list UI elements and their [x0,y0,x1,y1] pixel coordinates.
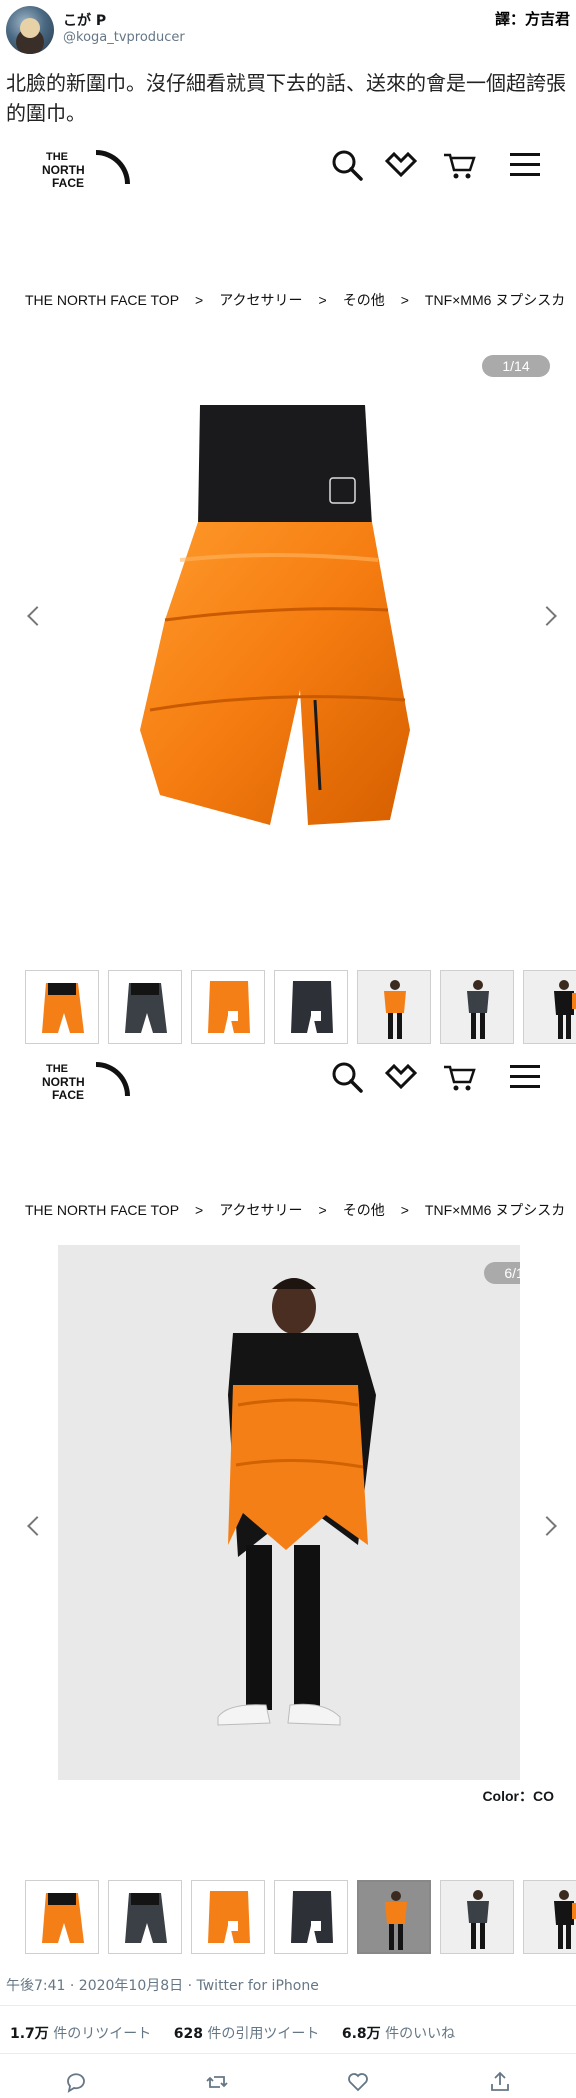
logo-line: FACE [52,1088,85,1102]
model-illustration [217,1278,376,1726]
logo-line: NORTH [42,1075,85,1089]
like-count[interactable]: 6.8万 件のいいね [342,2026,455,2042]
thumbnail[interactable] [523,970,576,1044]
breadcrumb-item[interactable]: THE NORTH FACE TOP [25,292,179,308]
quote-count[interactable]: 628 件の引用ツイート [174,2026,320,2042]
thumbnail[interactable] [440,970,514,1044]
thumbnail[interactable] [440,1880,514,1954]
thumbnail-strip [25,1880,576,1954]
breadcrumb-separator: > [195,292,204,308]
product-image-model: 6/14 [58,1245,520,1780]
cart-icon[interactable] [442,1060,476,1094]
thumbnail[interactable] [274,1880,348,1954]
thumbnail[interactable] [191,970,265,1044]
tweet-text: 北臉的新圍巾。沒仔細看就買下去的話、送來的會是一個超誇張的圍巾。 [6,71,566,125]
thumbnail[interactable] [108,1880,182,1954]
reply-icon[interactable] [64,2070,88,2094]
heart-icon[interactable] [384,148,418,182]
breadcrumb-item[interactable]: THE NORTH FACE TOP [25,1202,179,1218]
thumbnail[interactable] [25,970,99,1044]
translator-mark: 譯：方吉君 [494,10,570,28]
thumbnail[interactable] [523,1880,576,1954]
avatar[interactable] [6,6,54,54]
breadcrumb-separator: > [318,1202,327,1218]
cart-icon[interactable] [442,148,476,182]
next-slide-icon[interactable] [540,607,560,627]
retweet-icon[interactable] [205,2070,229,2094]
divider [0,2005,576,2006]
logo-line: NORTH [42,163,85,177]
logo-dome [96,1062,130,1096]
store-header: THE NORTH FACE [0,1052,576,1112]
like-icon[interactable] [346,2070,370,2094]
thumbnail[interactable] [25,1880,99,1954]
breadcrumb-separator: > [400,292,409,308]
search-icon[interactable] [330,148,364,182]
thumbnail[interactable] [191,1880,265,1954]
breadcrumb-item: TNF×MM6 ヌプシスカ [424,292,566,308]
store-header: THE NORTH FACE [0,140,576,200]
thumbnail-selected[interactable] [357,1880,431,1954]
logo-line: FACE [52,176,85,190]
breadcrumb-item[interactable]: その他 [343,290,385,310]
retweet-count[interactable]: 1.7万 件のリツイート [10,2026,151,2042]
breadcrumb-separator: > [318,292,327,308]
user-handle[interactable]: @koga_tvproducer [63,30,185,45]
breadcrumb-item[interactable]: アクセサリー [219,1200,302,1220]
breadcrumb-separator: > [400,1202,409,1218]
breadcrumb: THE NORTH FACE TOP > アクセサリー > その他 > TNF×MM6 ヌプ… [25,1200,576,1220]
tnf-logo[interactable]: THE NORTH FACE [42,1060,130,1102]
breadcrumb-separator: > [195,1202,204,1218]
tnf-logo[interactable]: THE NORTH FACE [42,148,130,190]
thumbnail[interactable] [108,970,182,1044]
thumbnail[interactable] [357,970,431,1044]
search-icon[interactable] [330,1060,364,1094]
tweet-stats: 1.7万 件のリツイート 628 件の引用ツイート 6.8万 件のいいね [10,2023,473,2043]
menu-icon[interactable] [508,148,542,182]
user-name[interactable]: こが P [63,10,106,30]
tweet-header: こが P @koga_tvproducer 譯：方吉君 [0,0,576,60]
logo-line: THE [46,1063,68,1075]
prev-slide-icon[interactable] [22,1517,42,1537]
product-image-scarf [140,405,410,825]
slide-counter: 1/14 [482,355,550,377]
breadcrumb: THE NORTH FACE TOP > アクセサリー > その他 > TNF×MM6 ヌプ… [25,290,576,310]
logo-line: THE [46,151,68,163]
heart-icon[interactable] [384,1060,418,1094]
thumbnail-strip [25,970,576,1044]
share-icon[interactable] [488,2070,512,2094]
divider [0,2053,576,2054]
prev-slide-icon[interactable] [22,607,42,627]
next-slide-icon[interactable] [540,1517,560,1537]
breadcrumb-item[interactable]: その他 [343,1200,385,1220]
thumbnail[interactable] [274,970,348,1044]
breadcrumb-item: TNF×MM6 ヌプシスカ [424,1202,566,1218]
color-label: Color：CO [482,1788,554,1804]
tweet-timestamp[interactable]: 午後7:41 · 2020年10月8日 · Twitter for iPhone [6,1975,319,1995]
slide-counter: 6/14 [484,1262,520,1284]
breadcrumb-item[interactable]: アクセサリー [219,290,302,310]
menu-icon[interactable] [508,1060,542,1094]
logo-dome [96,150,130,184]
